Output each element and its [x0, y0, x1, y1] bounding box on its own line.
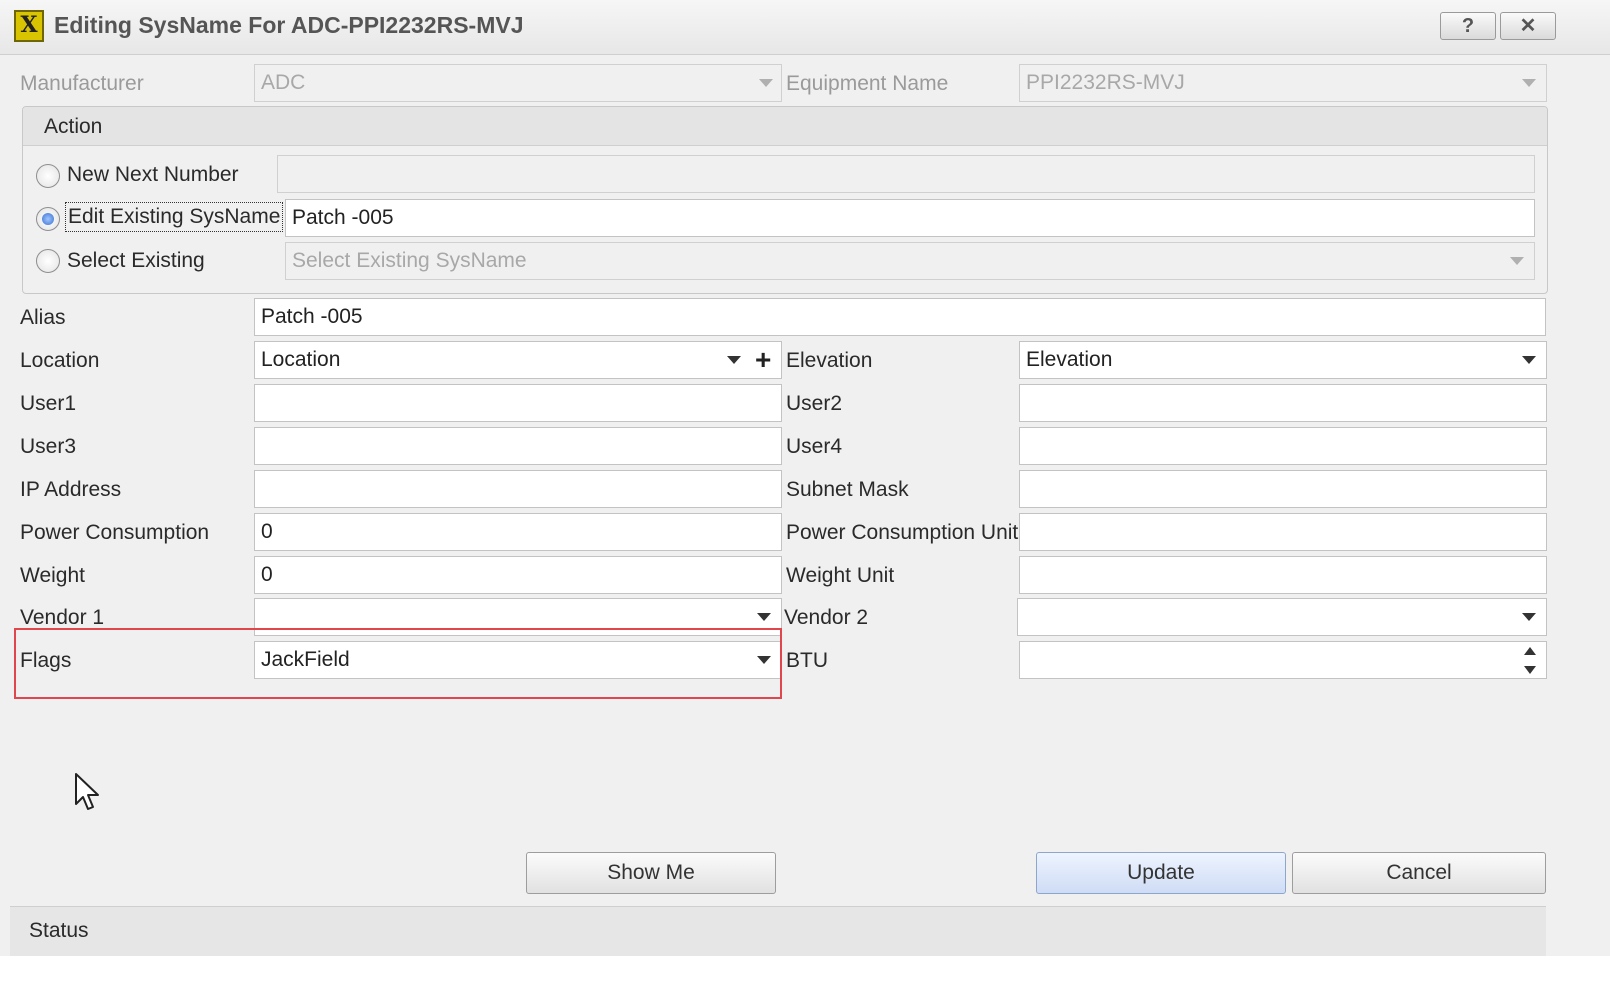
chevron-down-icon: [757, 613, 771, 621]
action-group-title: Action: [44, 115, 103, 138]
edit-existing-sysname-input[interactable]: Patch -005: [285, 199, 1535, 237]
ip-address-label: IP Address: [20, 478, 122, 501]
weight-input[interactable]: 0: [254, 556, 782, 594]
subnet-mask-input[interactable]: [1019, 470, 1547, 508]
vendor1-label: Vendor 1: [20, 606, 105, 629]
power-consumption-unit-label: Power Consumption Unit: [786, 521, 1019, 544]
chevron-down-icon: [1522, 356, 1536, 364]
user2-input[interactable]: [1019, 384, 1547, 422]
edit-existing-sysname-label[interactable]: Edit Existing SysName: [65, 202, 284, 232]
select-existing-label[interactable]: Select Existing: [67, 249, 205, 273]
radio-new-next-number[interactable]: [36, 164, 60, 188]
elevation-dropdown[interactable]: Elevation: [1019, 341, 1547, 379]
mouse-pointer-icon: [75, 773, 99, 810]
user3-input[interactable]: [254, 427, 782, 465]
weight-unit-label: Weight Unit: [786, 564, 895, 587]
location-value: Location: [261, 348, 341, 371]
select-existing-sysname-dropdown[interactable]: Select Existing SysName: [285, 242, 1535, 280]
weight-unit-input[interactable]: [1019, 556, 1547, 594]
action-group: Action New Next Number Edit Existing Sys…: [22, 106, 1548, 294]
vendor2-dropdown[interactable]: [1017, 598, 1547, 636]
subnet-mask-label: Subnet Mask: [786, 478, 909, 501]
title-bar: X Editing SysName For ADC-PPI2232RS-MVJ …: [0, 0, 1610, 55]
flags-label: Flags: [20, 649, 72, 672]
action-group-header: Action: [23, 107, 1547, 146]
location-dropdown[interactable]: Location +: [254, 341, 782, 379]
chevron-down-icon[interactable]: [727, 356, 741, 364]
app-logo-icon: X: [14, 10, 44, 42]
btu-label: BTU: [786, 649, 828, 672]
chevron-down-icon: [1510, 257, 1524, 265]
power-consumption-label: Power Consumption: [20, 521, 210, 544]
show-me-button[interactable]: Show Me: [526, 852, 776, 894]
select-existing-placeholder: Select Existing SysName: [292, 249, 527, 272]
vendor2-label: Vendor 2: [784, 606, 869, 629]
chevron-down-icon: [1522, 613, 1536, 621]
close-button[interactable]: ✕: [1500, 12, 1556, 40]
user2-label: User2: [786, 392, 843, 415]
new-next-number-label[interactable]: New Next Number: [67, 163, 239, 187]
equipment-name-value: PPI2232RS-MVJ: [1026, 71, 1185, 94]
vendor1-dropdown[interactable]: [254, 598, 782, 636]
location-label: Location: [20, 349, 100, 372]
flags-value: JackField: [261, 648, 350, 671]
window-title: Editing SysName For ADC-PPI2232RS-MVJ: [54, 12, 524, 38]
ip-address-input[interactable]: [254, 470, 782, 508]
chevron-down-icon: [759, 79, 773, 87]
power-consumption-input[interactable]: 0: [254, 513, 782, 551]
spin-down-icon[interactable]: [1524, 666, 1536, 674]
elevation-value: Elevation: [1026, 348, 1113, 371]
spin-up-icon[interactable]: [1524, 647, 1536, 655]
elevation-label: Elevation: [786, 349, 873, 372]
equipment-name-dropdown[interactable]: PPI2232RS-MVJ: [1019, 64, 1547, 102]
chevron-down-icon: [757, 656, 771, 664]
manufacturer-label: Manufacturer: [20, 72, 144, 95]
help-button[interactable]: ?: [1440, 12, 1496, 40]
add-location-plus-icon[interactable]: +: [755, 342, 771, 378]
window-bottom-edge: [0, 956, 1610, 990]
manufacturer-dropdown[interactable]: ADC: [254, 64, 782, 102]
btu-spin-input[interactable]: [1019, 641, 1547, 679]
radio-selected-dot-icon: [42, 213, 54, 225]
equipment-name-label: Equipment Name: [786, 72, 949, 95]
flags-dropdown[interactable]: JackField: [254, 641, 782, 679]
power-consumption-unit-input[interactable]: [1019, 513, 1547, 551]
status-bar: Status: [10, 906, 1546, 957]
user1-label: User1: [20, 392, 77, 415]
new-next-number-field[interactable]: [277, 155, 1535, 193]
weight-label: Weight: [20, 564, 85, 587]
user4-label: User4: [786, 435, 843, 458]
update-button[interactable]: Update: [1036, 852, 1286, 894]
chevron-down-icon: [1522, 79, 1536, 87]
status-text: Status: [29, 919, 89, 942]
cancel-button[interactable]: Cancel: [1292, 852, 1546, 894]
radio-select-existing[interactable]: [36, 249, 60, 273]
user4-input[interactable]: [1019, 427, 1547, 465]
dialog-window: X Editing SysName For ADC-PPI2232RS-MVJ …: [0, 0, 1610, 990]
radio-edit-existing-sysname[interactable]: [36, 207, 60, 231]
alias-input[interactable]: Patch -005: [254, 298, 1546, 336]
alias-label: Alias: [20, 306, 66, 329]
user1-input[interactable]: [254, 384, 782, 422]
manufacturer-value: ADC: [261, 71, 306, 94]
user3-label: User3: [20, 435, 77, 458]
